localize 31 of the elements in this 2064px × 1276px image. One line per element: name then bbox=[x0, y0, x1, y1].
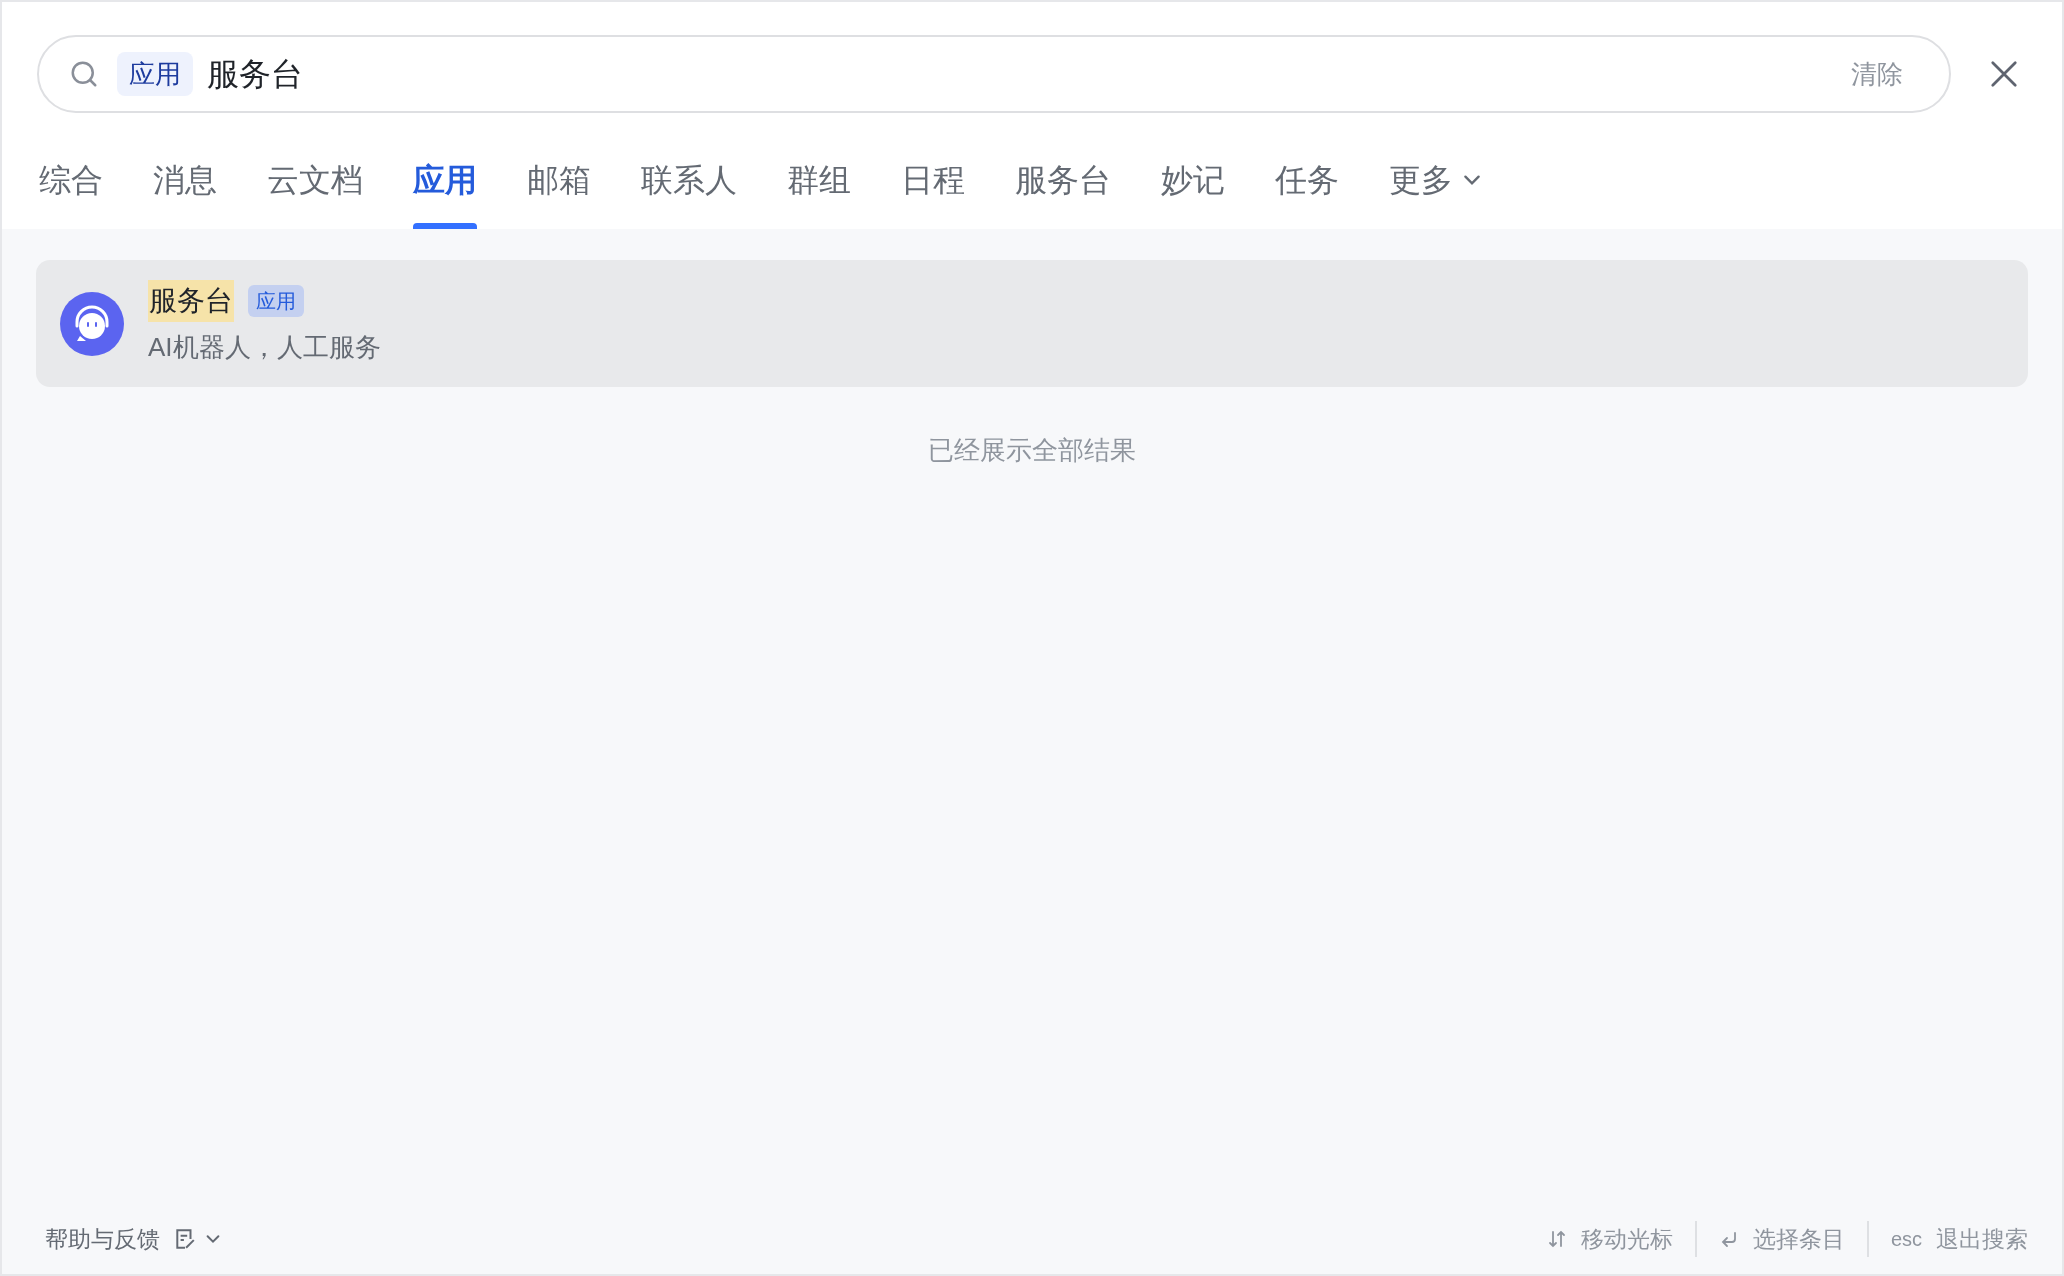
shortcut-hint: 退出搜索 bbox=[1936, 1224, 2028, 1254]
search-query: 服务台 bbox=[207, 55, 303, 94]
tab[interactable]: 消息 bbox=[153, 151, 217, 229]
result-description: AI机器人，人工服务 bbox=[148, 331, 381, 364]
tab[interactable]: 应用 bbox=[413, 151, 477, 229]
shortcut-hint: 移动光标 bbox=[1580, 1224, 1673, 1254]
tab[interactable]: 服务台 bbox=[1015, 151, 1111, 229]
search-field[interactable]: 应用 服务台 清除 bbox=[37, 35, 1951, 113]
close-icon[interactable] bbox=[1989, 59, 2019, 89]
tab[interactable]: 更多 bbox=[1389, 151, 1483, 229]
edit-note-icon[interactable] bbox=[174, 1228, 196, 1250]
tab[interactable]: 联系人 bbox=[641, 151, 737, 229]
clear-button[interactable]: 清除 bbox=[1851, 54, 1903, 94]
scope-chip: 应用 bbox=[117, 52, 193, 96]
up-down-arrows-icon bbox=[1546, 1229, 1567, 1249]
headset-bot-avatar-icon bbox=[60, 291, 124, 356]
result-item[interactable]: 服务台 应用 AI机器人，人工服务 bbox=[36, 260, 2028, 387]
end-message: 已经展示全部结果 bbox=[928, 434, 1136, 467]
search-icon bbox=[69, 59, 99, 89]
tab[interactable]: 群组 bbox=[787, 151, 851, 229]
tab[interactable]: 日程 bbox=[901, 151, 965, 229]
tab[interactable]: 综合 bbox=[39, 151, 103, 229]
key-label: esc bbox=[1890, 1227, 1922, 1252]
result-title: 服务台 bbox=[148, 280, 234, 322]
tab[interactable]: 妙记 bbox=[1161, 151, 1225, 229]
help-feedback-link[interactable]: 帮助与反馈 bbox=[45, 1221, 160, 1257]
tab[interactable]: 任务 bbox=[1275, 151, 1339, 229]
tab[interactable]: 邮箱 bbox=[527, 151, 591, 229]
shortcut-hint: 选择条目 bbox=[1752, 1224, 1845, 1254]
tab[interactable]: 云文档 bbox=[267, 151, 363, 229]
app-tag: 应用 bbox=[248, 285, 304, 317]
